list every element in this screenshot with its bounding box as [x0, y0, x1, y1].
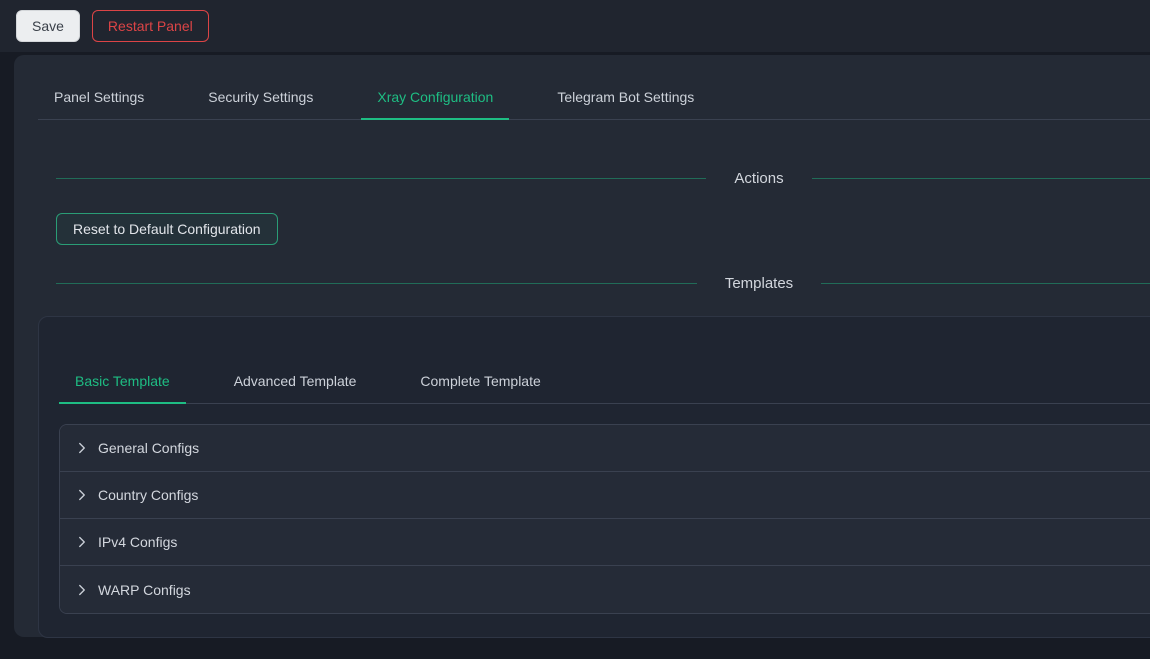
settings-tabs: Panel Settings Security Settings Xray Co…	[38, 89, 1150, 120]
tab-telegram-bot-settings[interactable]: Telegram Bot Settings	[541, 89, 710, 119]
accordion-item-label: IPv4 Configs	[98, 534, 177, 550]
actions-divider: Actions	[56, 170, 1150, 187]
template-tabs: Basic Template Advanced Template Complet…	[59, 373, 1150, 404]
accordion-item-label: WARP Configs	[98, 582, 191, 598]
templates-divider-title: Templates	[697, 275, 821, 292]
tab-panel-settings[interactable]: Panel Settings	[38, 89, 160, 119]
top-toolbar: Save Restart Panel	[0, 0, 1150, 52]
tab-basic-template[interactable]: Basic Template	[59, 373, 186, 403]
tab-security-settings[interactable]: Security Settings	[192, 89, 329, 119]
tab-complete-template[interactable]: Complete Template	[404, 373, 556, 403]
tab-xray-configuration[interactable]: Xray Configuration	[361, 89, 509, 119]
templates-divider: Templates	[56, 275, 1150, 292]
chevron-right-icon	[76, 584, 88, 596]
tab-advanced-template[interactable]: Advanced Template	[218, 373, 373, 403]
accordion-item-country-configs[interactable]: Country Configs	[60, 472, 1150, 519]
accordion-item-ipv4-configs[interactable]: IPv4 Configs	[60, 519, 1150, 566]
configs-accordion: General Configs Country Configs IPv4 Con…	[59, 424, 1150, 614]
reset-default-configuration-button[interactable]: Reset to Default Configuration	[56, 213, 278, 245]
actions-divider-title: Actions	[706, 170, 811, 187]
chevron-right-icon	[76, 489, 88, 501]
settings-card: Panel Settings Security Settings Xray Co…	[14, 55, 1150, 637]
accordion-item-warp-configs[interactable]: WARP Configs	[60, 566, 1150, 613]
accordion-item-general-configs[interactable]: General Configs	[60, 425, 1150, 472]
save-button[interactable]: Save	[16, 10, 80, 42]
chevron-right-icon	[76, 442, 88, 454]
accordion-item-label: General Configs	[98, 440, 199, 456]
templates-card: Basic Template Advanced Template Complet…	[38, 316, 1150, 638]
chevron-right-icon	[76, 536, 88, 548]
accordion-item-label: Country Configs	[98, 487, 198, 503]
restart-panel-button[interactable]: Restart Panel	[92, 10, 209, 42]
